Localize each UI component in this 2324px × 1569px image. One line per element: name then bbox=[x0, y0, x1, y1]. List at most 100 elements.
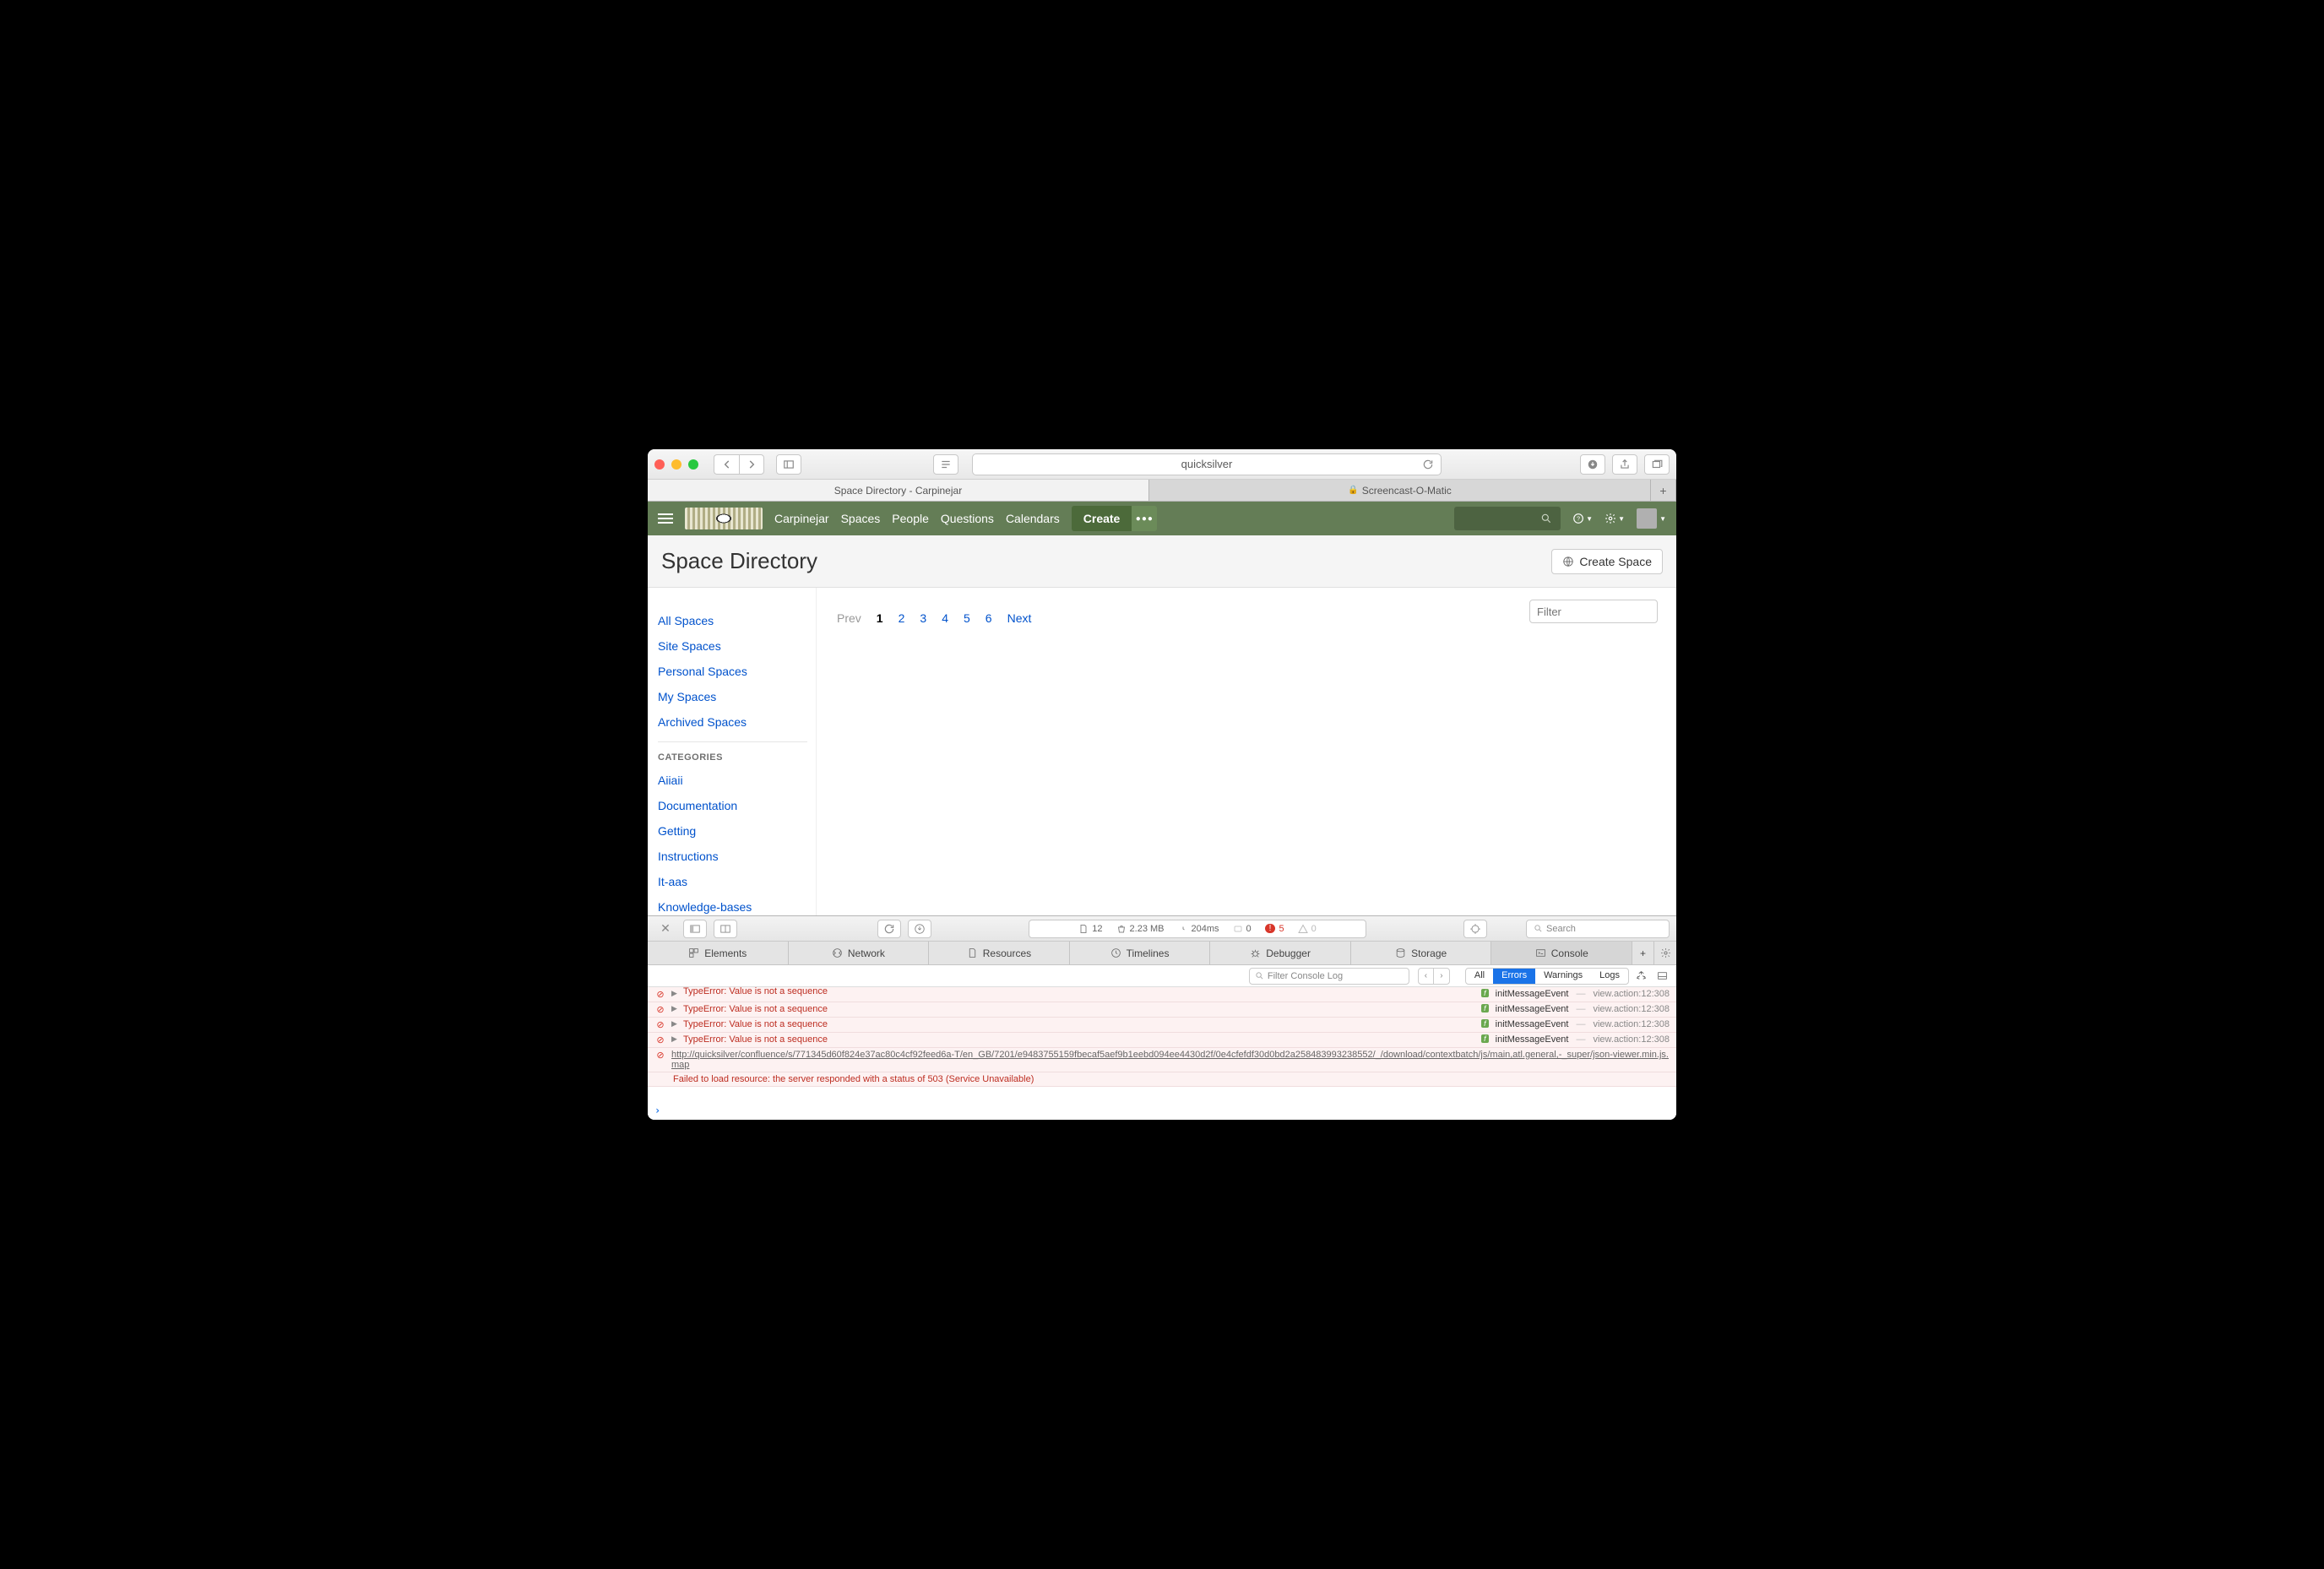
devtools-tab-storage[interactable]: Storage bbox=[1351, 942, 1492, 964]
nav-questions[interactable]: Questions bbox=[941, 512, 994, 525]
log-source[interactable]: view.action:12:308 bbox=[1593, 989, 1670, 999]
devtools-target-button[interactable] bbox=[1463, 920, 1487, 938]
devtools-tab-console[interactable]: Console bbox=[1491, 942, 1632, 964]
devtools-tab-resources[interactable]: Resources bbox=[929, 942, 1070, 964]
downloads-button[interactable] bbox=[1580, 454, 1605, 475]
devtools-settings-button[interactable] bbox=[1654, 942, 1676, 964]
gear-icon bbox=[1660, 947, 1671, 958]
reader-mode-button[interactable] bbox=[933, 454, 958, 475]
sidebar-category-instructions[interactable]: Instructions bbox=[658, 844, 807, 869]
log-resource-url[interactable]: http://quicksilver/confluence/s/771345d6… bbox=[671, 1050, 1670, 1070]
sidebar-category-aiiaii[interactable]: Aiiaii bbox=[658, 768, 807, 793]
maximize-window-button[interactable] bbox=[688, 459, 698, 470]
sidebar-item-all-spaces[interactable]: All Spaces bbox=[658, 608, 807, 633]
filter-next-button[interactable]: › bbox=[1434, 969, 1449, 984]
back-button[interactable] bbox=[714, 454, 739, 475]
sidebar-item-archived-spaces[interactable]: Archived Spaces bbox=[658, 709, 807, 735]
sidebar-toggle-button[interactable] bbox=[776, 454, 801, 475]
pagination-prev[interactable]: Prev bbox=[837, 611, 861, 625]
tabs-overview-button[interactable] bbox=[1644, 454, 1670, 475]
dashboard-size: 2.23 MB bbox=[1116, 924, 1165, 934]
sidebar-item-my-spaces[interactable]: My Spaces bbox=[658, 684, 807, 709]
pagination-page-1[interactable]: 1 bbox=[877, 611, 883, 625]
nav-calendars[interactable]: Calendars bbox=[1006, 512, 1060, 525]
scope-all[interactable]: All bbox=[1466, 969, 1493, 984]
header-search[interactable] bbox=[1454, 507, 1561, 530]
devtools-tab-timelines[interactable]: Timelines bbox=[1070, 942, 1211, 964]
filter-prev-button[interactable]: ‹ bbox=[1419, 969, 1434, 984]
sidebar-item-site-spaces[interactable]: Site Spaces bbox=[658, 633, 807, 659]
pagination-page-3[interactable]: 3 bbox=[920, 611, 926, 625]
create-space-button[interactable]: Create Space bbox=[1551, 549, 1663, 574]
sidebar-item-personal-spaces[interactable]: Personal Spaces bbox=[658, 659, 807, 684]
disclosure-icon[interactable]: ▶ bbox=[671, 1019, 678, 1029]
help-button[interactable]: ? ▼ bbox=[1572, 510, 1593, 527]
sidebar-category-getting[interactable]: Getting bbox=[658, 818, 807, 844]
devtools-tab-network[interactable]: Network bbox=[789, 942, 930, 964]
nav-people[interactable]: People bbox=[892, 512, 929, 525]
devtools-dashboard[interactable]: 12 2.23 MB 204ms 0 ! 5 bbox=[1029, 920, 1366, 938]
pagination-page-2[interactable]: 2 bbox=[899, 611, 905, 625]
log-source[interactable]: view.action:12:308 bbox=[1593, 1004, 1670, 1014]
lock-icon: 🔒 bbox=[1348, 486, 1358, 495]
disclosure-icon[interactable]: ▶ bbox=[671, 989, 678, 998]
console-prompt[interactable]: › bbox=[648, 1101, 1676, 1120]
error-icon: ⊘ bbox=[654, 1034, 666, 1045]
minimize-window-button[interactable] bbox=[671, 459, 681, 470]
log-row[interactable]: ⊘ ▶ TypeError: Value is not a sequence f… bbox=[648, 1018, 1676, 1033]
browser-tab-screencast[interactable]: 🔒 Screencast-O-Matic bbox=[1149, 480, 1651, 501]
sidebar-category-knowledge-bases[interactable]: Knowledge-bases bbox=[658, 894, 807, 915]
share-button[interactable] bbox=[1612, 454, 1637, 475]
globe-icon bbox=[1562, 556, 1574, 567]
log-source[interactable]: view.action:12:308 bbox=[1593, 1034, 1670, 1045]
reload-button[interactable] bbox=[1422, 459, 1434, 470]
create-button[interactable]: Create bbox=[1072, 506, 1132, 531]
url-display: quicksilver bbox=[1181, 458, 1233, 470]
scope-warnings[interactable]: Warnings bbox=[1535, 969, 1591, 984]
pagination-next[interactable]: Next bbox=[1007, 611, 1032, 625]
url-bar[interactable]: quicksilver bbox=[972, 453, 1442, 475]
sidebar-category-it-aas[interactable]: It-aas bbox=[658, 869, 807, 894]
search-icon bbox=[1534, 924, 1543, 933]
log-row[interactable]: ⊘ ▶ TypeError: Value is not a sequence f… bbox=[648, 1033, 1676, 1048]
log-row[interactable]: ⊘ ▶ TypeError: Value is not a sequence f… bbox=[648, 987, 1676, 1002]
app-menu-button[interactable] bbox=[658, 513, 673, 524]
settings-button[interactable]: ▼ bbox=[1605, 510, 1625, 527]
warning-icon bbox=[1298, 924, 1308, 934]
console-split-button[interactable] bbox=[1653, 970, 1671, 981]
devtools-search[interactable]: Search bbox=[1526, 920, 1670, 938]
sidebar-icon bbox=[783, 459, 795, 470]
close-window-button[interactable] bbox=[654, 459, 665, 470]
console-filter-input[interactable]: Filter Console Log bbox=[1249, 968, 1409, 985]
devtools-tab-elements[interactable]: Elements bbox=[648, 942, 789, 964]
disclosure-icon[interactable]: ▶ bbox=[671, 1004, 678, 1013]
devtools-tab-debugger[interactable]: Debugger bbox=[1210, 942, 1351, 964]
create-more-button[interactable]: ●●● bbox=[1132, 506, 1157, 531]
pagination-page-4[interactable]: 4 bbox=[942, 611, 948, 625]
console-clear-button[interactable] bbox=[1632, 970, 1650, 981]
log-row-resource[interactable]: ⊘ http://quicksilver/confluence/s/771345… bbox=[648, 1048, 1676, 1072]
devtools-dock-left-button[interactable] bbox=[683, 920, 707, 938]
sidebar-category-documentation[interactable]: Documentation bbox=[658, 793, 807, 818]
scope-errors[interactable]: Errors bbox=[1493, 969, 1535, 984]
pagination-page-6[interactable]: 6 bbox=[986, 611, 992, 625]
app-header: Carpinejar Spaces People Questions Calen… bbox=[648, 502, 1676, 535]
pagination-page-5[interactable]: 5 bbox=[964, 611, 970, 625]
nav-carpinejar[interactable]: Carpinejar bbox=[774, 512, 829, 525]
filter-input[interactable] bbox=[1529, 600, 1658, 623]
log-row[interactable]: ⊘ ▶ TypeError: Value is not a sequence f… bbox=[648, 1002, 1676, 1018]
user-menu[interactable]: ▼ bbox=[1637, 508, 1666, 529]
nav-spaces[interactable]: Spaces bbox=[841, 512, 881, 525]
devtools-dock-right-button[interactable] bbox=[714, 920, 737, 938]
devtools-download-button[interactable] bbox=[908, 920, 931, 938]
browser-tab-space-directory[interactable]: Space Directory - Carpinejar bbox=[648, 480, 1149, 501]
devtools-add-tab-button[interactable]: + bbox=[1632, 942, 1654, 964]
app-logo[interactable] bbox=[685, 508, 763, 529]
scope-logs[interactable]: Logs bbox=[1591, 969, 1628, 984]
disclosure-icon[interactable]: ▶ bbox=[671, 1034, 678, 1044]
new-tab-button[interactable]: + bbox=[1651, 480, 1676, 501]
devtools-reload-button[interactable] bbox=[877, 920, 901, 938]
devtools-close-button[interactable]: ✕ bbox=[654, 920, 676, 938]
forward-button[interactable] bbox=[739, 454, 764, 475]
log-source[interactable]: view.action:12:308 bbox=[1593, 1019, 1670, 1029]
